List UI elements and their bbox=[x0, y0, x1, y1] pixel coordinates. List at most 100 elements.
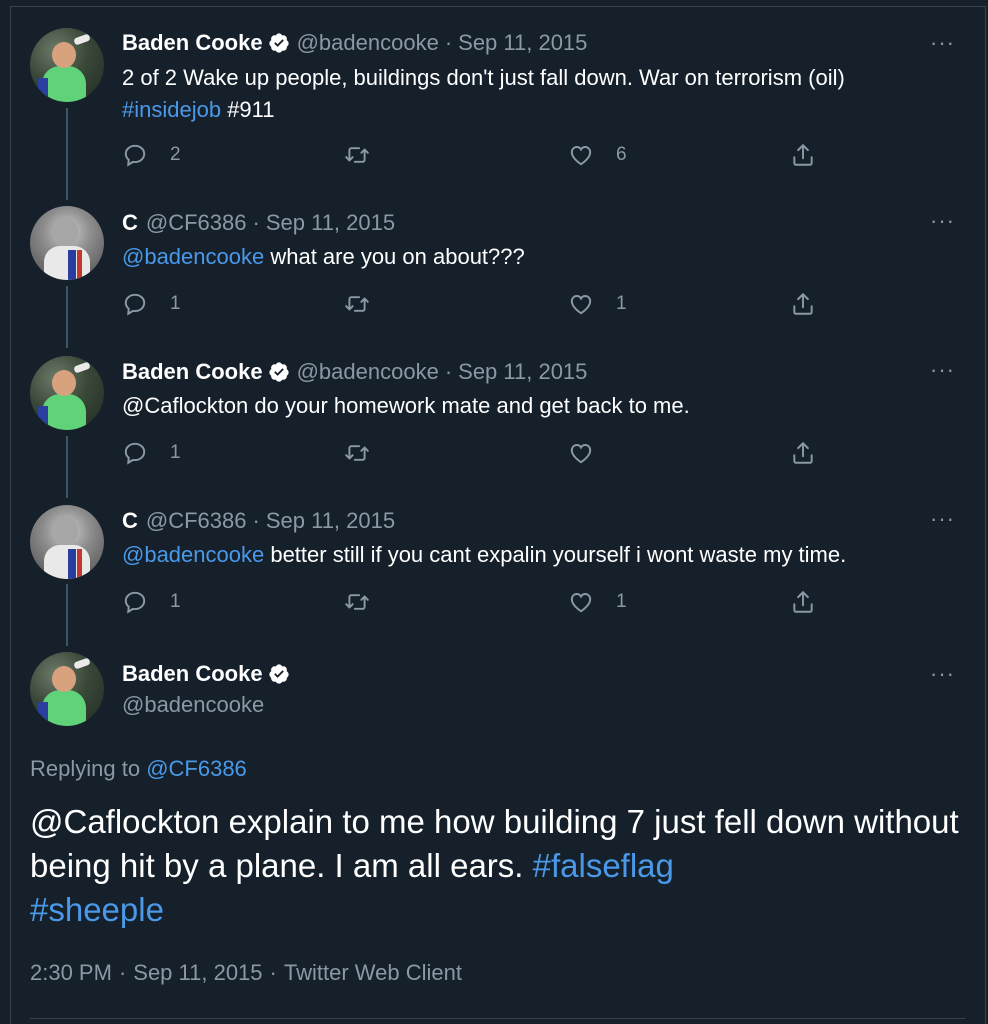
tweet-text: 2 of 2 Wake up people, buildings don't j… bbox=[122, 62, 962, 126]
tweet-text: @badencooke what are you on about??? bbox=[122, 241, 962, 273]
tweet-text-body: 2 of 2 Wake up people, buildings don't j… bbox=[122, 65, 845, 90]
avatar[interactable] bbox=[30, 28, 104, 102]
thread-line bbox=[66, 286, 68, 348]
more-options-icon[interactable]: ··· bbox=[930, 506, 955, 532]
tweet-date[interactable]: Sep 11, 2015 bbox=[133, 960, 262, 985]
share-icon bbox=[790, 589, 816, 615]
reply-count: 2 bbox=[170, 144, 181, 165]
tweet-text-body: @Caflockton do your homework mate and ge… bbox=[122, 393, 690, 418]
like-icon bbox=[568, 440, 594, 466]
share-button[interactable] bbox=[790, 589, 816, 615]
separator: · bbox=[444, 359, 453, 384]
tweet-text-body: better still if you cant expalin yoursel… bbox=[264, 542, 847, 567]
like-icon bbox=[568, 291, 594, 317]
share-button[interactable] bbox=[790, 291, 816, 317]
reply-icon bbox=[122, 142, 148, 168]
tweet-time[interactable]: 2:30 PM bbox=[30, 960, 112, 985]
author-name[interactable]: C bbox=[122, 210, 138, 236]
author-handle[interactable]: @CF6386 bbox=[146, 210, 247, 236]
retweet-button[interactable] bbox=[344, 440, 370, 466]
reply-icon bbox=[122, 589, 148, 615]
tweet-text-body: @Caflockton explain to me how building 7… bbox=[30, 803, 959, 884]
like-icon bbox=[568, 142, 594, 168]
author-name[interactable]: Baden Cooke bbox=[122, 359, 263, 385]
like-button[interactable] bbox=[568, 440, 594, 466]
author-name[interactable]: Baden Cooke bbox=[122, 30, 263, 56]
more-options-icon[interactable]: ··· bbox=[930, 30, 955, 56]
replying-to-link[interactable]: @CF6386 bbox=[146, 756, 247, 781]
like-count: 6 bbox=[616, 144, 627, 165]
tweet-actions: 1 1 bbox=[122, 291, 842, 321]
tweet-date[interactable]: Sep 11, 2015 bbox=[458, 359, 587, 385]
retweet-button[interactable] bbox=[344, 589, 370, 615]
tweet-date[interactable]: Sep 11, 2015 bbox=[266, 508, 395, 534]
mention-link[interactable]: @badencooke bbox=[122, 542, 264, 567]
author-handle[interactable]: @badencooke bbox=[122, 692, 264, 718]
replying-to: Replying to @CF6386 bbox=[30, 756, 247, 782]
author-name[interactable]: C bbox=[122, 508, 138, 534]
reply-count: 1 bbox=[170, 591, 181, 612]
like-button[interactable]: 6 bbox=[568, 142, 627, 168]
share-icon bbox=[790, 142, 816, 168]
retweet-icon bbox=[344, 291, 370, 317]
tweet-text: @Caflockton do your homework mate and ge… bbox=[122, 390, 962, 422]
verified-badge-icon bbox=[268, 32, 290, 54]
like-button[interactable]: 1 bbox=[568, 589, 627, 615]
tweet-text: @badencooke better still if you cant exp… bbox=[122, 539, 962, 571]
avatar[interactable] bbox=[30, 206, 104, 280]
tweet-meta: 2:30 PM · Sep 11, 2015 · Twitter Web Client bbox=[30, 960, 462, 986]
more-options-icon[interactable]: ··· bbox=[930, 357, 955, 383]
reply-button[interactable]: 1 bbox=[122, 589, 181, 615]
reply-button[interactable]: 2 bbox=[122, 142, 181, 168]
hashtag-link[interactable]: #falseflag bbox=[533, 847, 674, 884]
like-count: 1 bbox=[616, 293, 627, 314]
retweet-icon bbox=[344, 142, 370, 168]
avatar[interactable] bbox=[30, 652, 104, 726]
tweet-date[interactable]: Sep 11, 2015 bbox=[458, 30, 587, 56]
author-handle[interactable]: @badencooke bbox=[297, 359, 439, 385]
like-button[interactable]: 1 bbox=[568, 291, 627, 317]
replying-to-label: Replying to bbox=[30, 756, 147, 781]
author-name[interactable]: Baden Cooke bbox=[122, 661, 263, 687]
focused-tweet-text: @Caflockton explain to me how building 7… bbox=[30, 800, 960, 932]
tweet-actions: 1 1 bbox=[122, 589, 842, 619]
separator: · bbox=[118, 960, 127, 985]
share-button[interactable] bbox=[790, 142, 816, 168]
share-icon bbox=[790, 291, 816, 317]
retweet-icon bbox=[344, 589, 370, 615]
share-button[interactable] bbox=[790, 440, 816, 466]
author-handle[interactable]: @CF6386 bbox=[146, 508, 247, 534]
separator: · bbox=[252, 210, 260, 235]
reply-button[interactable]: 1 bbox=[122, 291, 181, 317]
hashtag-text: #911 bbox=[221, 97, 275, 122]
like-count: 1 bbox=[616, 591, 627, 612]
separator: · bbox=[269, 960, 277, 985]
retweet-button[interactable] bbox=[344, 142, 370, 168]
avatar[interactable] bbox=[30, 356, 104, 430]
tweet-actions: 2 6 bbox=[122, 142, 842, 172]
reply-button[interactable]: 1 bbox=[122, 440, 181, 466]
author-handle[interactable]: @badencooke bbox=[297, 30, 439, 56]
thread-line bbox=[66, 108, 68, 200]
tweet-text-body: what are you on about??? bbox=[264, 244, 525, 269]
separator: · bbox=[444, 30, 453, 55]
mention-link[interactable]: @badencooke bbox=[122, 244, 264, 269]
retweet-icon bbox=[344, 440, 370, 466]
retweet-button[interactable] bbox=[344, 291, 370, 317]
reply-icon bbox=[122, 291, 148, 317]
share-icon bbox=[790, 440, 816, 466]
avatar[interactable] bbox=[30, 505, 104, 579]
more-options-icon[interactable]: ··· bbox=[930, 661, 955, 687]
more-options-icon[interactable]: ··· bbox=[930, 208, 955, 234]
tweet-client[interactable]: Twitter Web Client bbox=[284, 960, 462, 985]
tweet-date[interactable]: Sep 11, 2015 bbox=[266, 210, 395, 236]
tweet-actions: 1 bbox=[122, 440, 842, 470]
thread-line bbox=[66, 436, 68, 498]
verified-badge-icon bbox=[268, 663, 290, 685]
divider bbox=[30, 1018, 965, 1019]
reply-count: 1 bbox=[170, 442, 181, 463]
hashtag-link[interactable]: #sheeple bbox=[30, 891, 164, 928]
hashtag-link[interactable]: #insidejob bbox=[122, 97, 221, 122]
thread-line bbox=[66, 584, 68, 646]
separator: · bbox=[252, 508, 260, 533]
